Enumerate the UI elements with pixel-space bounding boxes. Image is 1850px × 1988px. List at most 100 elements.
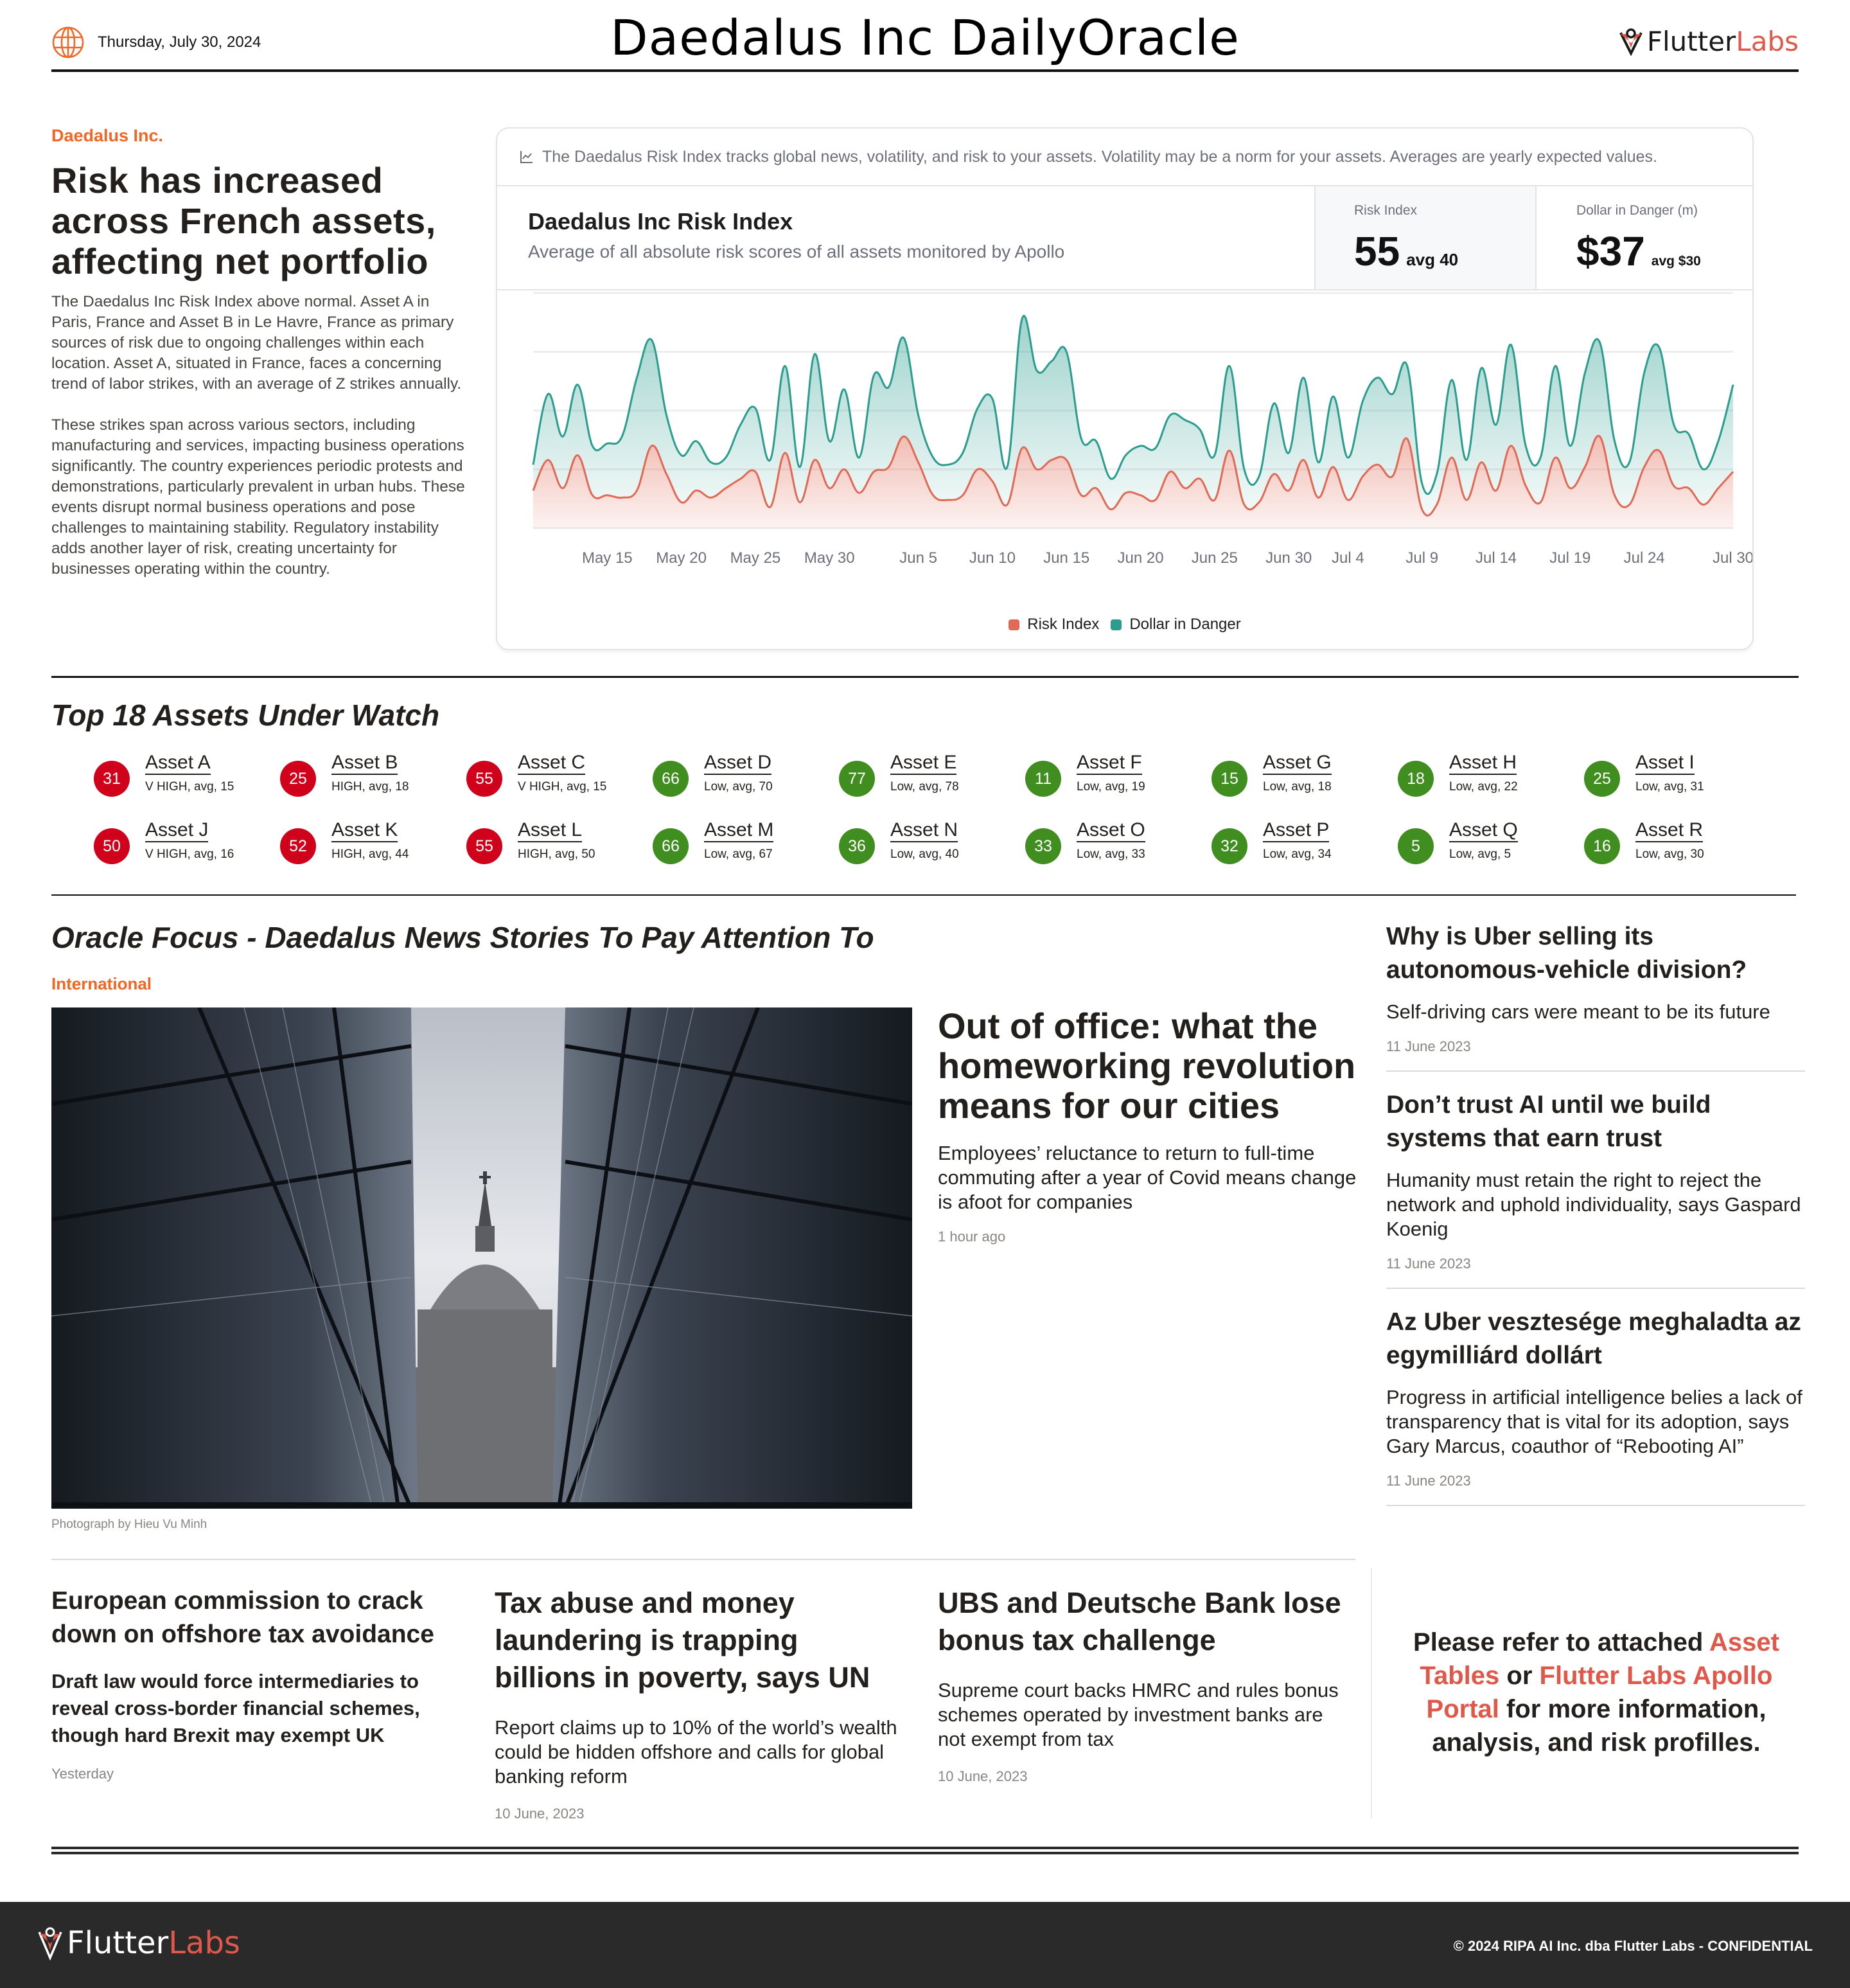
asset-detail: Low, avg, 5	[1449, 848, 1511, 861]
asset-item[interactable]: 31 Asset A V HIGH, avg, 15	[94, 752, 280, 797]
x-tick-label: Jun 5	[899, 549, 937, 567]
asset-detail: Low, avg, 22	[1449, 780, 1518, 794]
asset-detail: Low, avg, 70	[704, 780, 773, 794]
asset-score-badge: 55	[466, 828, 502, 864]
main-story-summary: Employees’ reluctance to return to full-…	[938, 1142, 1357, 1213]
side-story-headline[interactable]: Why is Uber selling its autonomous-vehic…	[1386, 920, 1805, 987]
asset-name-link[interactable]: Asset N	[890, 819, 958, 842]
asset-name-link[interactable]: Asset C	[518, 752, 586, 775]
bottom-story[interactable]: European commission to crack down on off…	[51, 1584, 463, 1782]
asset-text: Asset P Low, avg, 34	[1263, 819, 1332, 862]
x-tick-label: Jun 10	[969, 549, 1016, 567]
asset-name-link[interactable]: Asset L	[518, 819, 583, 842]
asset-name-link[interactable]: Asset O	[1077, 819, 1145, 842]
asset-name-link[interactable]: Asset R	[1635, 819, 1704, 842]
asset-name-link[interactable]: Asset D	[704, 752, 772, 775]
asset-name-link[interactable]: Asset M	[704, 819, 774, 842]
asset-score-badge: 55	[466, 761, 502, 797]
asset-text: Asset N Low, avg, 40	[890, 819, 959, 862]
card-note: The Daedalus Risk Index tracks global ne…	[497, 129, 1752, 186]
flutterlabs-logo[interactable]: Flutter Labs	[1619, 26, 1799, 57]
footer-logo[interactable]: Flutter Labs	[37, 1925, 240, 1961]
asset-text: Asset J V HIGH, avg, 16	[145, 819, 234, 862]
bottom-story-headline[interactable]: European commission to crack down on off…	[51, 1584, 463, 1651]
asset-item[interactable]: 66 Asset M Low, avg, 67	[653, 819, 839, 864]
risk-area-chart[interactable]: May 15 May 20 May 25 May 30 Jun 5 Jun 10 Jun 1…	[497, 292, 1754, 613]
asset-detail: HIGH, avg, 44	[331, 848, 409, 861]
asset-item[interactable]: 11 Asset F Low, avg, 19	[1025, 752, 1211, 797]
side-story-date: 11 June 2023	[1386, 1473, 1471, 1489]
legend-item-dollar-in-danger[interactable]: Dollar in Danger	[1111, 616, 1241, 634]
main-story[interactable]: Out of office: what the homeworking revo…	[938, 1006, 1362, 1245]
logo-text-flutter: Flutter	[67, 1925, 169, 1961]
main-story-headline[interactable]: Out of office: what the homeworking revo…	[938, 1006, 1362, 1126]
asset-item[interactable]: 50 Asset J V HIGH, avg, 16	[94, 819, 280, 864]
asset-name-link[interactable]: Asset K	[331, 819, 398, 842]
story-divider	[51, 1559, 1355, 1560]
x-tick-label: Jun 25	[1192, 549, 1238, 567]
asset-item[interactable]: 5 Asset Q Low, avg, 5	[1398, 819, 1584, 864]
asset-score-badge: 25	[280, 761, 316, 797]
bottom-story[interactable]: Tax abuse and money laundering is trappi…	[495, 1584, 906, 1822]
asset-item[interactable]: 25 Asset B HIGH, avg, 18	[280, 752, 466, 797]
asset-item[interactable]: 32 Asset P Low, avg, 34	[1211, 819, 1398, 864]
side-story-date: 11 June 2023	[1386, 1256, 1471, 1272]
asset-name-link[interactable]: Asset Q	[1449, 819, 1518, 842]
asset-name-link[interactable]: Asset G	[1263, 752, 1332, 775]
x-tick-label: Jun 20	[1117, 549, 1163, 567]
asset-score-badge: 77	[839, 761, 875, 797]
side-story-headline[interactable]: Don’t trust AI until we build systems th…	[1386, 1088, 1805, 1155]
page-title: Daedalus Inc DailyOracle	[610, 9, 1240, 66]
cathedral-photo-illustration	[51, 1007, 912, 1509]
asset-item[interactable]: 33 Asset O Low, avg, 33	[1025, 819, 1211, 864]
flutterlabs-shield-icon	[1619, 28, 1643, 56]
cathedral-photo[interactable]	[51, 1007, 912, 1509]
asset-item[interactable]: 55 Asset L HIGH, avg, 50	[466, 819, 653, 864]
asset-item[interactable]: 16 Asset R Low, avg, 30	[1584, 819, 1770, 864]
bottom-story-headline[interactable]: UBS and Deutsche Bank lose bonus tax cha…	[938, 1584, 1349, 1659]
stat-dollar-in-danger[interactable]: Dollar in Danger (m) $37 avg $30	[1535, 186, 1752, 289]
asset-name-link[interactable]: Asset H	[1449, 752, 1517, 775]
asset-name-link[interactable]: Asset P	[1263, 819, 1330, 842]
asset-item[interactable]: 36 Asset N Low, avg, 40	[839, 819, 1025, 864]
chart-legend: Risk Index Dollar in Danger	[497, 616, 1752, 634]
bottom-story[interactable]: UBS and Deutsche Bank lose bonus tax cha…	[938, 1584, 1349, 1785]
side-story[interactable]: Why is Uber selling its autonomous-vehic…	[1386, 920, 1805, 1072]
bottom-story-date: 10 June, 2023	[495, 1806, 585, 1822]
bottom-story-headline[interactable]: Tax abuse and money laundering is trappi…	[495, 1584, 906, 1696]
asset-item[interactable]: 15 Asset G Low, avg, 18	[1211, 752, 1398, 797]
legend-item-risk-index[interactable]: Risk Index	[1009, 616, 1099, 634]
focus-section-title: Oracle Focus - Daedalus News Stories To …	[51, 921, 874, 954]
asset-item[interactable]: 52 Asset K HIGH, avg, 44	[280, 819, 466, 864]
asset-item[interactable]: 66 Asset D Low, avg, 70	[653, 752, 839, 797]
lead-kicker: Daedalus Inc.	[51, 126, 164, 145]
lead-article: Daedalus Inc. Risk has increased across …	[51, 126, 469, 580]
flutterlabs-shield-icon	[38, 1927, 62, 1960]
asset-item[interactable]: 55 Asset C V HIGH, avg, 15	[466, 752, 653, 797]
asset-name-link[interactable]: Asset J	[145, 819, 209, 842]
asset-detail: Low, avg, 18	[1263, 780, 1332, 794]
asset-item[interactable]: 18 Asset H Low, avg, 22	[1398, 752, 1584, 797]
side-story-headline[interactable]: Az Uber vesztesége meghaladta az egymill…	[1386, 1306, 1805, 1372]
side-story[interactable]: Az Uber vesztesége meghaladta az egymill…	[1386, 1306, 1805, 1506]
asset-detail: Low, avg, 19	[1077, 780, 1145, 794]
stat-risk-index[interactable]: Risk Index 55 avg 40	[1314, 186, 1535, 289]
asset-item[interactable]: 77 Asset E Low, avg, 78	[839, 752, 1025, 797]
asset-text: Asset C V HIGH, avg, 15	[518, 752, 606, 794]
asset-text: Asset I Low, avg, 31	[1635, 752, 1704, 794]
bottom-story-date: 10 June, 2023	[938, 1768, 1028, 1784]
asset-item[interactable]: 25 Asset I Low, avg, 31	[1584, 752, 1770, 797]
asset-text: Asset B HIGH, avg, 18	[331, 752, 409, 794]
asset-text: Asset G Low, avg, 18	[1263, 752, 1332, 794]
asset-name-link[interactable]: Asset A	[145, 752, 211, 775]
refer-callout: Please refer to attached Asset Tables or…	[1388, 1626, 1805, 1759]
asset-name-link[interactable]: Asset B	[331, 752, 398, 775]
asset-name-link[interactable]: Asset E	[890, 752, 957, 775]
bottom-story-date: Yesterday	[51, 1766, 114, 1782]
side-story[interactable]: Don’t trust AI until we build systems th…	[1386, 1088, 1805, 1289]
asset-name-link[interactable]: Asset F	[1077, 752, 1142, 775]
lead-headline[interactable]: Risk has increased across French assets,…	[51, 160, 469, 281]
asset-name-link[interactable]: Asset I	[1635, 752, 1695, 775]
asset-score-badge: 5	[1398, 828, 1434, 864]
logo-text-labs: Labs	[168, 1925, 240, 1961]
